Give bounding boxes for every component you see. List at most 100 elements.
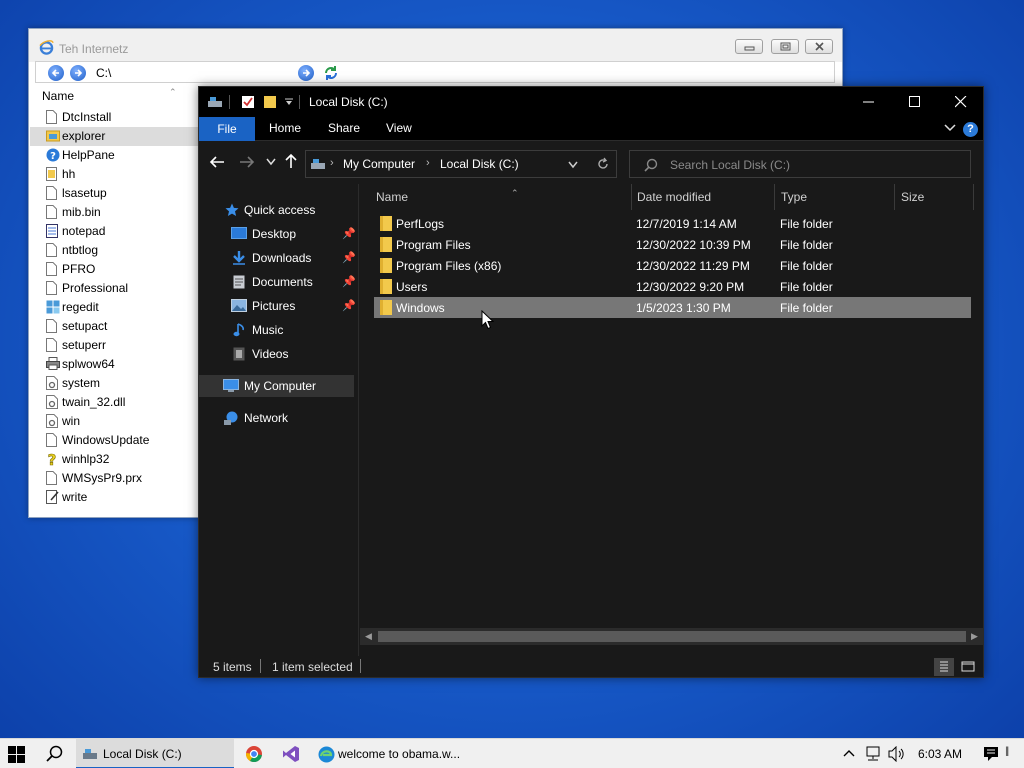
ie-back-button[interactable] [48, 65, 64, 81]
ie-file-list[interactable]: Name ⌃ DtcInstall explorer? HelpPane hh lsas… [30, 87, 200, 517]
tab-share[interactable]: Share [328, 121, 360, 135]
ie-address-input[interactable]: C:\ [96, 66, 111, 80]
network-tray-icon[interactable] [864, 746, 882, 762]
explorer-close-button[interactable] [938, 87, 984, 117]
chevron-down-icon[interactable] [568, 161, 578, 169]
column-divider[interactable] [774, 184, 775, 210]
ie-minimize-button[interactable] [735, 39, 763, 54]
ie-list-item[interactable]: system [30, 374, 200, 393]
search-icon[interactable] [46, 745, 64, 763]
breadcrumb-separator-icon[interactable]: › [330, 157, 334, 169]
explorer-minimize-button[interactable] [846, 87, 892, 117]
search-box[interactable]: Search Local Disk (C:) [629, 150, 971, 178]
new-folder-icon[interactable] [263, 95, 277, 109]
tab-view[interactable]: View [386, 121, 412, 135]
column-divider[interactable] [894, 184, 895, 210]
nav-desktop[interactable]: Desktop 📌 [199, 223, 356, 245]
recent-locations-icon[interactable] [266, 158, 276, 166]
column-header-date-modified[interactable]: Date modified [637, 190, 777, 212]
ie-column-name[interactable]: Name [42, 89, 74, 103]
nav-pictures[interactable]: Pictures 📌 [199, 295, 356, 317]
show-desktop-button[interactable]: ▍ [1006, 747, 1012, 756]
file-row[interactable]: Program Files 12/30/2022 10:39 PM File fol… [374, 234, 971, 255]
file-row[interactable]: PerfLogs 12/7/2019 1:14 AM File folder [374, 213, 971, 234]
back-arrow-icon[interactable] [209, 155, 225, 169]
ie-list-item[interactable]: setupact [30, 317, 200, 336]
ie-go-button[interactable] [298, 65, 314, 81]
ie-list-item[interactable]: explorer [30, 127, 200, 146]
horizontal-scrollbar[interactable]: ◀ ▶ [360, 628, 983, 645]
ie-address-bar[interactable]: C:\ [35, 61, 835, 83]
ie-maximize-button[interactable] [771, 39, 799, 54]
ie-list-item[interactable]: WindowsUpdate [30, 431, 200, 450]
tab-home[interactable]: Home [269, 121, 301, 135]
navigation-pane[interactable]: Quick access Desktop 📌 Downloads 📌 Docum… [199, 184, 359, 656]
ie-list-item[interactable]: hh [30, 165, 200, 184]
ie-list-item[interactable]: lsasetup [30, 184, 200, 203]
ie-list-item[interactable]: ? winhlp32 [30, 450, 200, 470]
ie-list-item[interactable]: win [30, 412, 200, 431]
nav-music[interactable]: Music [199, 319, 354, 341]
forward-arrow-icon[interactable] [239, 155, 255, 169]
action-center-icon[interactable] [983, 746, 999, 762]
ie-list-item[interactable]: WMSysPr9.prx [30, 469, 200, 488]
search-input[interactable]: Search Local Disk (C:) [670, 158, 790, 172]
ie-list-item[interactable]: splwow64 [30, 355, 200, 374]
file-row[interactable]: Users 12/30/2022 9:20 PM File folder [374, 276, 971, 297]
properties-icon[interactable] [241, 95, 255, 109]
explorer-maximize-button[interactable] [892, 87, 938, 117]
ie-list-item[interactable]: ntbtlog [30, 241, 200, 260]
refresh-icon[interactable] [596, 157, 610, 171]
breadcrumb-separator-icon[interactable]: › [426, 157, 430, 169]
ie-list-item[interactable]: PFRO [30, 260, 200, 279]
ie-list-item[interactable]: mib.bin [30, 203, 200, 222]
volume-icon[interactable] [888, 746, 906, 762]
column-header-name[interactable]: ⌃ Name [376, 188, 634, 212]
ie-forward-button[interactable] [70, 65, 86, 81]
address-bar[interactable]: › My Computer › Local Disk (C:) [305, 150, 617, 178]
refresh-icon[interactable] [322, 64, 340, 82]
breadcrumb-local-disk[interactable]: Local Disk (C:) [440, 157, 519, 171]
ie-list-item[interactable]: Professional [30, 279, 200, 298]
file-row[interactable]: Windows 1/5/2023 1:30 PM File folder [374, 297, 971, 318]
column-header-size[interactable]: Size [901, 190, 971, 212]
up-arrow-icon[interactable] [285, 153, 297, 169]
large-icons-view-icon[interactable] [958, 658, 978, 676]
column-divider[interactable] [631, 184, 632, 210]
file-row[interactable]: Program Files (x86) 12/30/2022 11:29 PM Fi… [374, 255, 971, 276]
visual-studio-icon[interactable] [282, 745, 300, 763]
ie-list-item[interactable]: notepad [30, 222, 200, 241]
nav-videos[interactable]: Videos [199, 343, 354, 365]
ie-list-item[interactable]: DtcInstall [30, 108, 200, 127]
explorer-titlebar[interactable]: Local Disk (C:) [199, 87, 983, 117]
details-view-icon[interactable] [934, 658, 954, 676]
ie-list-item[interactable]: ? HelpPane [30, 146, 200, 165]
file-list-pane[interactable]: ⌃ Name Date modified Type Size PerfLogs 1… [360, 184, 983, 646]
expand-ribbon-icon[interactable] [944, 123, 956, 133]
nav-documents[interactable]: Documents 📌 [199, 271, 356, 293]
ie-titlebar[interactable]: Teh Internetz [29, 29, 842, 62]
breadcrumb-my-computer[interactable]: My Computer [343, 157, 415, 171]
nav-my-computer[interactable]: My Computer [199, 375, 354, 397]
column-header-type[interactable]: Type [781, 190, 891, 212]
tab-file[interactable]: File [199, 117, 255, 141]
explorer-window[interactable]: Local Disk (C:) File Home Share View ? ›… [198, 86, 984, 678]
scroll-right-icon[interactable]: ▶ [971, 631, 978, 642]
taskbar-edge[interactable]: welcome to obama.w... [312, 739, 470, 768]
column-divider[interactable] [973, 184, 974, 210]
ie-close-button[interactable] [805, 39, 833, 54]
chrome-icon[interactable] [245, 745, 263, 763]
scrollbar-thumb[interactable] [378, 631, 966, 642]
nav-quick-access[interactable]: Quick access [199, 199, 354, 221]
customize-toolbar-icon[interactable] [285, 98, 293, 106]
taskbar-explorer[interactable]: Local Disk (C:) [76, 739, 234, 768]
ie-list-item[interactable]: regedit [30, 298, 200, 317]
windows-start-icon[interactable] [8, 746, 25, 763]
chevron-up-icon[interactable] [843, 749, 855, 757]
ie-list-item[interactable]: setuperr [30, 336, 200, 355]
scroll-left-icon[interactable]: ◀ [365, 631, 372, 642]
taskbar-clock[interactable]: 6:03 AM [918, 747, 962, 761]
nav-downloads[interactable]: Downloads 📌 [199, 247, 356, 269]
nav-network[interactable]: Network [199, 407, 354, 429]
ie-list-item[interactable]: write [30, 488, 200, 507]
